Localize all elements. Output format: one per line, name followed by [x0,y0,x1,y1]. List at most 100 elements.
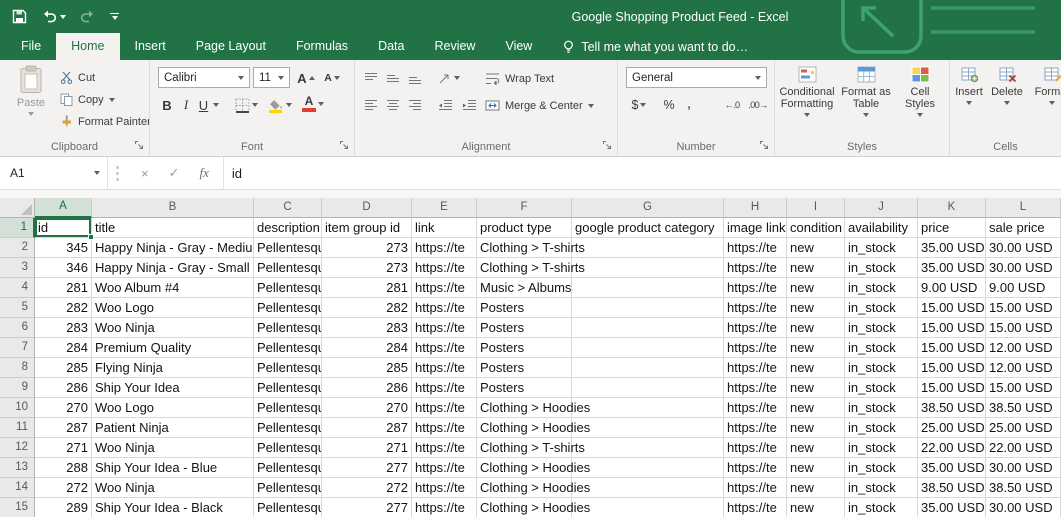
column-header-D[interactable]: D [322,198,412,218]
cell-K11[interactable]: 25.00 USD [918,418,986,438]
insert-cells-button[interactable]: Insert [952,66,986,105]
row-header-9[interactable]: 9 [0,378,35,398]
undo-button[interactable] [41,10,66,23]
cell-E15[interactable]: https://te [412,498,477,517]
cancel-button[interactable]: × [141,166,149,181]
cell-C6[interactable]: Pellentesque [254,318,322,338]
cell-C9[interactable]: Pellentesque [254,378,322,398]
select-all-button[interactable] [0,198,35,218]
cell-B15[interactable]: Ship Your Idea - Black [92,498,254,517]
cell-C13[interactable]: Pellentesque [254,458,322,478]
cell-G8[interactable] [572,358,724,378]
cell-K14[interactable]: 38.50 USD [918,478,986,498]
cell-B4[interactable]: Woo Album #4 [92,278,254,298]
cell-B12[interactable]: Woo Ninja [92,438,254,458]
cell-K13[interactable]: 35.00 USD [918,458,986,478]
cell-H12[interactable]: https://te [724,438,787,458]
cell-B7[interactable]: Premium Quality [92,338,254,358]
cell-L2[interactable]: 30.00 USD [986,238,1061,258]
tab-home[interactable]: Home [56,33,119,60]
column-header-B[interactable]: B [92,198,254,218]
customize-quick-access-button[interactable] [110,13,119,21]
cell-D8[interactable]: 285 [322,358,412,378]
delete-cells-button[interactable]: Delete [988,66,1026,105]
cell-L5[interactable]: 15.00 USD [986,298,1061,318]
cell-D13[interactable]: 277 [322,458,412,478]
accounting-format-button[interactable]: $ [626,94,652,116]
merge-center-button[interactable]: Merge & Center [485,96,594,115]
cell-B14[interactable]: Woo Ninja [92,478,254,498]
cell-D2[interactable]: 273 [322,238,412,258]
underline-button[interactable]: U [196,94,222,116]
decrease-font-size-button[interactable]: A [320,67,344,89]
row-header-13[interactable]: 13 [0,458,35,478]
cell-H9[interactable]: https://te [724,378,787,398]
tab-data[interactable]: Data [363,33,419,60]
cell-styles-button[interactable]: Cell Styles [895,66,945,117]
cell-H15[interactable]: https://te [724,498,787,517]
cell-D12[interactable]: 271 [322,438,412,458]
cell-D3[interactable]: 273 [322,258,412,278]
format-cells-button[interactable]: Format [1030,66,1061,105]
cell-C14[interactable]: Pellentesque [254,478,322,498]
cell-E7[interactable]: https://te [412,338,477,358]
cell-B8[interactable]: Flying Ninja [92,358,254,378]
cell-J15[interactable]: in_stock [845,498,918,517]
column-header-C[interactable]: C [254,198,322,218]
cell-G1[interactable]: google product category [572,218,724,238]
row-header-5[interactable]: 5 [0,298,35,318]
cell-B3[interactable]: Happy Ninja - Gray - Small [92,258,254,278]
cell-L15[interactable]: 30.00 USD [986,498,1061,517]
column-header-L[interactable]: L [986,198,1061,218]
cell-K3[interactable]: 35.00 USD [918,258,986,278]
cell-L14[interactable]: 38.50 USD [986,478,1061,498]
cell-I1[interactable]: condition [787,218,845,238]
cell-F2[interactable]: Clothing > T-shirts [477,238,572,258]
cell-G3[interactable] [572,258,724,278]
cell-F1[interactable]: product type [477,218,572,238]
cell-G5[interactable] [572,298,724,318]
cell-L9[interactable]: 15.00 USD [986,378,1061,398]
cell-H3[interactable]: https://te [724,258,787,278]
bold-button[interactable]: B [158,94,176,116]
redo-button[interactable] [80,10,96,23]
clipboard-dialog-launcher[interactable] [134,140,146,152]
cell-F11[interactable]: Clothing > Hoodies [477,418,572,438]
cell-C3[interactable]: Pellentesque [254,258,322,278]
cell-J12[interactable]: in_stock [845,438,918,458]
column-header-G[interactable]: G [572,198,724,218]
cell-H5[interactable]: https://te [724,298,787,318]
cell-C1[interactable]: description [254,218,322,238]
cell-K12[interactable]: 22.00 USD [918,438,986,458]
align-center-button[interactable] [383,94,403,116]
cell-F10[interactable]: Clothing > Hoodies [477,398,572,418]
cell-J13[interactable]: in_stock [845,458,918,478]
cell-L7[interactable]: 12.00 USD [986,338,1061,358]
cell-K6[interactable]: 15.00 USD [918,318,986,338]
row-header-12[interactable]: 12 [0,438,35,458]
decrease-decimal-button[interactable]: .00→ [746,94,770,116]
cell-L4[interactable]: 9.00 USD [986,278,1061,298]
cell-B13[interactable]: Ship Your Idea - Blue [92,458,254,478]
percent-style-button[interactable]: % [660,94,678,116]
cell-I5[interactable]: new [787,298,845,318]
cell-C10[interactable]: Pellentesque [254,398,322,418]
cell-E1[interactable]: link [412,218,477,238]
copy-button[interactable]: Copy [60,90,115,109]
cell-H7[interactable]: https://te [724,338,787,358]
cell-G14[interactable] [572,478,724,498]
row-header-8[interactable]: 8 [0,358,35,378]
tab-page-layout[interactable]: Page Layout [181,33,281,60]
cell-B2[interactable]: Happy Ninja - Gray - Medium [92,238,254,258]
cell-C15[interactable]: Pellentesque [254,498,322,517]
cell-A8[interactable]: 285 [35,358,92,378]
font-dialog-launcher[interactable] [339,140,351,152]
cell-K5[interactable]: 15.00 USD [918,298,986,318]
cell-H2[interactable]: https://te [724,238,787,258]
cell-J6[interactable]: in_stock [845,318,918,338]
font-name-select[interactable]: Calibri [158,67,250,88]
cell-D6[interactable]: 283 [322,318,412,338]
row-header-2[interactable]: 2 [0,238,35,258]
cell-E13[interactable]: https://te [412,458,477,478]
cell-E4[interactable]: https://te [412,278,477,298]
